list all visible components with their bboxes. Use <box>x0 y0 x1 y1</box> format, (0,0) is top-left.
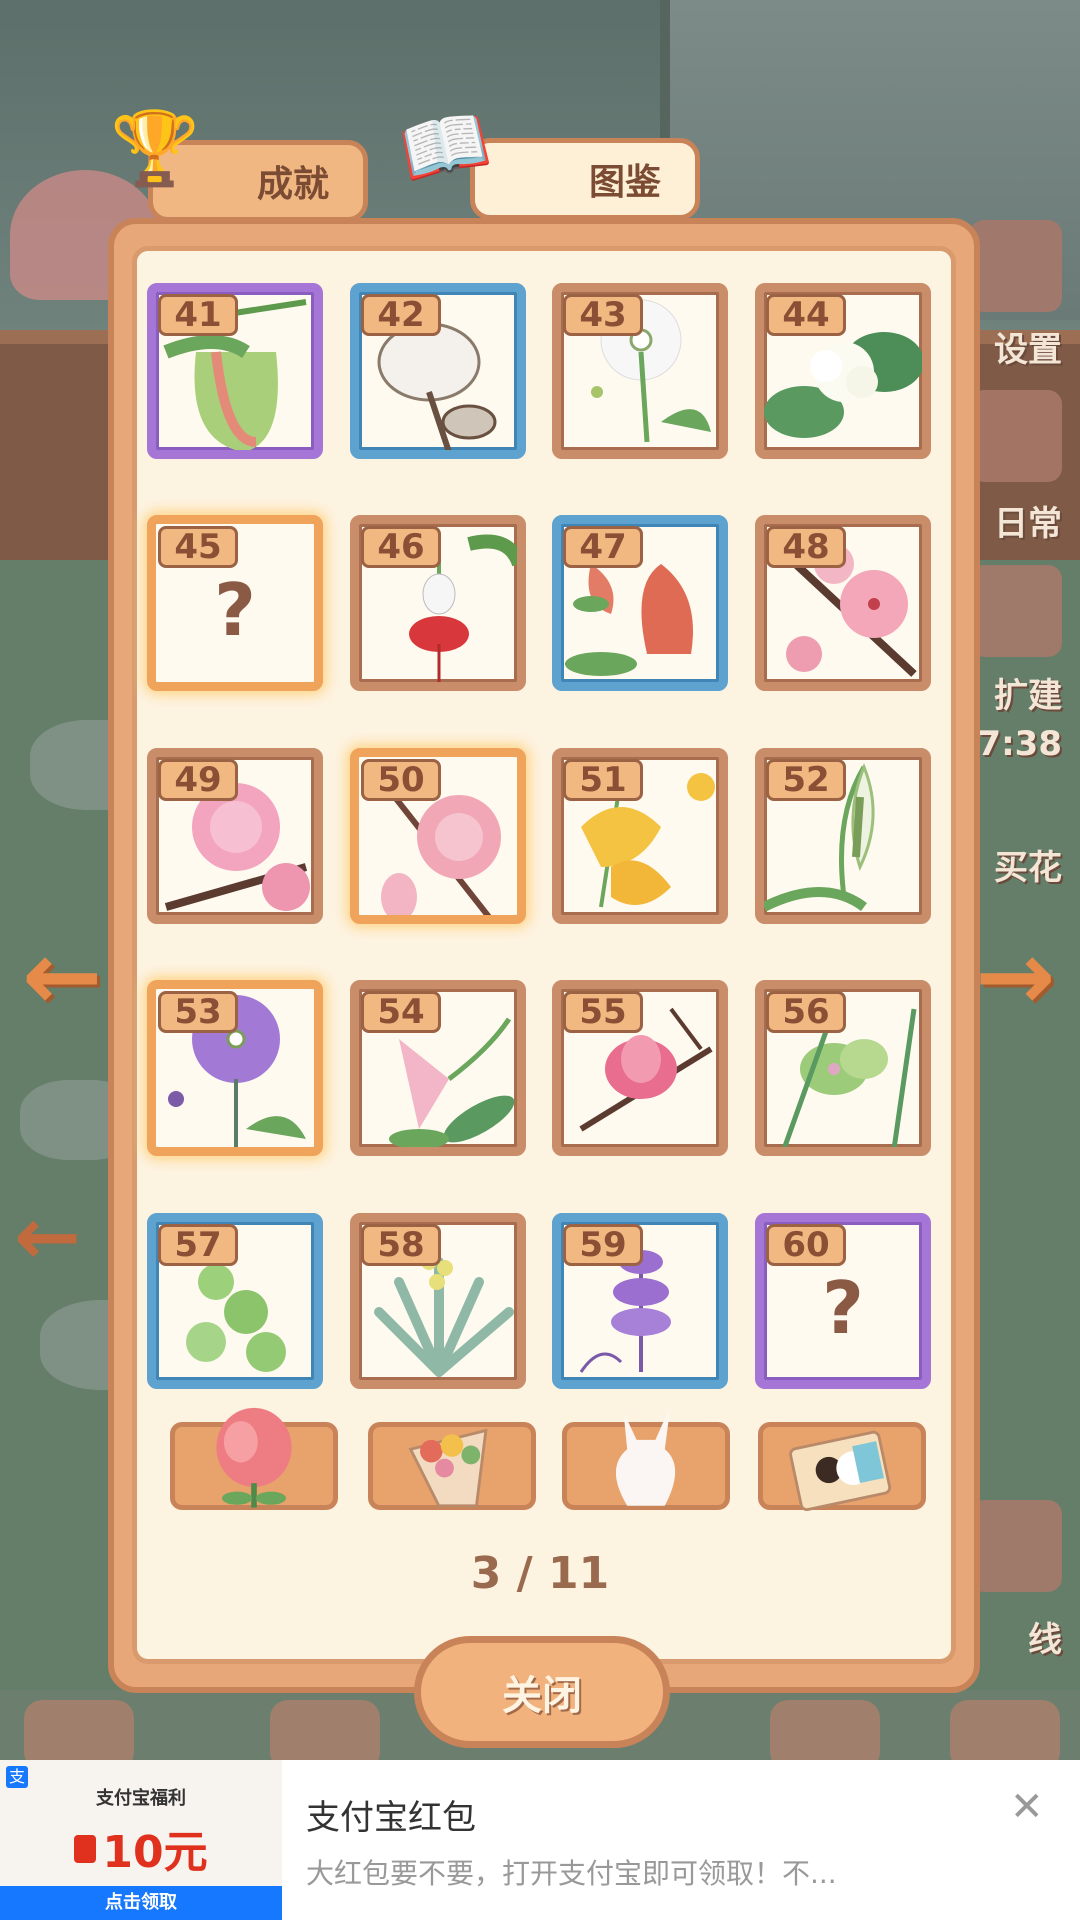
category-flowers-button[interactable] <box>170 1407 338 1510</box>
tab-guide[interactable]: 图鉴 <box>470 138 700 220</box>
flower-card[interactable]: 50 <box>350 748 526 924</box>
close-button-label: 关闭 <box>502 1673 582 1719</box>
flower-number: 52 <box>766 759 846 801</box>
page-indicator: 3 / 11 <box>470 1548 610 1599</box>
category-pictures-button[interactable] <box>758 1422 926 1512</box>
settings-gear-icon[interactable] <box>970 220 1062 312</box>
flower-number: 43 <box>563 294 643 336</box>
flower-card[interactable]: 44 <box>755 283 931 459</box>
flower-card[interactable]: 41 <box>147 283 323 459</box>
prev-page-arrow-icon[interactable]: ← <box>22 920 102 1032</box>
flower-card[interactable]: 51 <box>552 748 728 924</box>
tab-guide-label: 图鉴 <box>588 162 661 203</box>
flower-number: 45 <box>158 526 238 568</box>
ad-banner[interactable]: 支 支付宝福利 10元 点击领取 支付宝红包 大红包要不要，打开支付宝即可领取！… <box>0 1760 1080 1920</box>
flower-number: 57 <box>158 1224 238 1266</box>
daily-scroll-icon[interactable] <box>970 390 1062 482</box>
flower-number: 50 <box>361 759 441 801</box>
flower-card[interactable]: 43 <box>552 283 728 459</box>
rose-flower-icon <box>216 1407 292 1508</box>
category-bouquets-button[interactable] <box>368 1422 536 1510</box>
ad-amount-value: 10元 <box>102 1827 208 1878</box>
flower-number: 48 <box>766 526 846 568</box>
flower-number: 49 <box>158 759 238 801</box>
side-timer: 7:38 <box>977 724 1062 764</box>
ad-claim-button[interactable]: 点击领取 <box>0 1886 282 1920</box>
red-envelope-icon <box>74 1835 97 1863</box>
flower-card[interactable]: ? 60 <box>755 1213 931 1389</box>
side-label-line: 线 <box>1028 1620 1062 1660</box>
flower-number: 51 <box>563 759 643 801</box>
flower-number: 53 <box>158 991 238 1033</box>
unknown-flower-mark: ? <box>214 568 256 652</box>
ad-title: 支付宝红包 <box>306 1798 476 1838</box>
category-vases-button[interactable] <box>562 1406 730 1510</box>
flower-number: 59 <box>563 1224 643 1266</box>
close-button[interactable]: 关闭 <box>414 1636 670 1748</box>
flower-card[interactable]: 53 <box>147 980 323 1156</box>
vase-icon <box>615 1406 676 1506</box>
side-label-daily: 日常 <box>994 504 1062 544</box>
ad-image[interactable]: 支 支付宝福利 10元 点击领取 <box>0 1760 282 1920</box>
flower-card[interactable]: ? 45 <box>147 515 323 691</box>
flower-number: 56 <box>766 991 846 1033</box>
flower-number: 55 <box>563 991 643 1033</box>
side-label-settings: 设置 <box>994 330 1062 370</box>
ad-brand: 支付宝福利 <box>96 1788 186 1809</box>
tab-achievements-label: 成就 <box>256 164 329 205</box>
unknown-flower-mark: ? <box>822 1266 864 1350</box>
picture-icon <box>789 1430 892 1512</box>
flower-number: 58 <box>361 1224 441 1266</box>
flower-number: 60 <box>766 1224 846 1266</box>
expand-hammer-icon[interactable] <box>970 565 1062 657</box>
trophy-icon: 🏆 <box>110 106 200 190</box>
ad-amount: 10元 <box>0 1816 282 1880</box>
flower-card[interactable]: 52 <box>755 748 931 924</box>
flower-number: 47 <box>563 526 643 568</box>
flower-card[interactable]: 57 <box>147 1213 323 1389</box>
flower-card[interactable]: 46 <box>350 515 526 691</box>
flower-number: 54 <box>361 991 441 1033</box>
flower-number: 46 <box>361 526 441 568</box>
flower-card[interactable]: 58 <box>350 1213 526 1389</box>
flower-number: 41 <box>158 294 238 336</box>
ad-description: 大红包要不要，打开支付宝即可领取！不... <box>306 1857 837 1890</box>
next-page-arrow-icon[interactable]: → <box>975 920 1055 1032</box>
open-book-icon: 📖 <box>392 95 498 197</box>
back-arrow-icon[interactable]: ← <box>14 1190 81 1283</box>
side-label-buy-flowers: 买花 <box>994 848 1062 888</box>
flower-card[interactable]: 56 <box>755 980 931 1156</box>
flower-card[interactable]: 42 <box>350 283 526 459</box>
flower-number: 42 <box>361 294 441 336</box>
flower-card[interactable]: 55 <box>552 980 728 1156</box>
side-label-expand: 扩建 <box>994 676 1062 716</box>
flower-card[interactable]: 59 <box>552 1213 728 1389</box>
bouquet-icon <box>408 1428 488 1508</box>
flower-card[interactable]: 47 <box>552 515 728 691</box>
ad-close-icon[interactable]: ✕ <box>1010 1784 1044 1830</box>
flower-card[interactable]: 49 <box>147 748 323 924</box>
flower-card[interactable]: 48 <box>755 515 931 691</box>
flower-card[interactable]: 54 <box>350 980 526 1156</box>
flower-number: 44 <box>766 294 846 336</box>
